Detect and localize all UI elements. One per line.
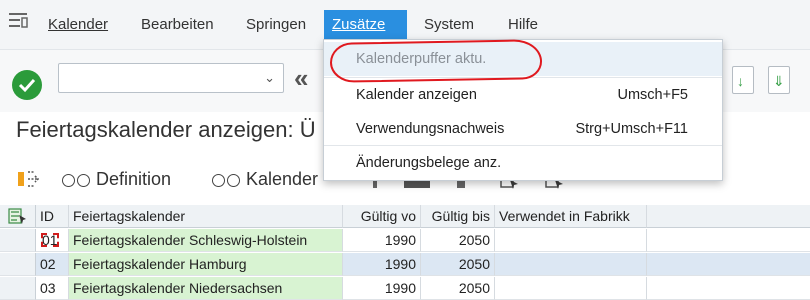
row-valid-to[interactable]: 2050 bbox=[421, 229, 495, 252]
menu-icon[interactable] bbox=[8, 11, 28, 29]
menu-hilfe[interactable]: Hilfe bbox=[500, 10, 546, 40]
row-selector[interactable] bbox=[0, 277, 36, 300]
row-id[interactable]: 02 bbox=[36, 253, 69, 276]
row-filler bbox=[647, 253, 810, 276]
row-selector[interactable] bbox=[0, 253, 36, 276]
chevron-down-icon[interactable]: ⌄ bbox=[264, 70, 275, 86]
menu-item-kalender-anzeigen[interactable]: Kalender anzeigen Umsch+F5 bbox=[324, 78, 722, 112]
row-name[interactable]: Feiertagskalender Niedersachsen bbox=[69, 277, 343, 300]
download-page-icon[interactable]: ↓ bbox=[732, 66, 754, 94]
column-header-id[interactable]: ID bbox=[36, 205, 69, 228]
command-field[interactable]: ⌄ bbox=[58, 63, 284, 93]
command-input[interactable] bbox=[63, 68, 253, 88]
definition-button[interactable]: Definition bbox=[62, 166, 171, 192]
row-filler bbox=[647, 229, 810, 252]
column-header-filler bbox=[647, 205, 810, 228]
row-id[interactable]: 03 bbox=[36, 277, 69, 300]
row-used-in[interactable] bbox=[495, 277, 647, 300]
menu-kalender[interactable]: Kalender bbox=[40, 10, 116, 40]
column-header-used-in[interactable]: Verwendet in Fabrikk bbox=[495, 205, 647, 228]
column-header-valid-to[interactable]: Gültig bis bbox=[421, 205, 495, 228]
download-all-icon[interactable]: ⇓ bbox=[768, 66, 790, 94]
column-header-valid-from[interactable]: Gültig vo bbox=[343, 205, 421, 228]
select-all-cell[interactable] bbox=[0, 205, 36, 228]
menu-item-aenderungsbelege[interactable]: Änderungsbelege anz. bbox=[324, 146, 722, 180]
menu-item-verwendungsnachweis[interactable]: Verwendungsnachweis Strg+Umsch+F11 bbox=[324, 112, 722, 146]
enter-check-icon[interactable] bbox=[12, 70, 42, 100]
table-row[interactable]: 01 Feiertagskalender Schleswig-Holstein … bbox=[0, 229, 810, 252]
table-row[interactable]: 03 Feiertagskalender Niedersachsen 1990 … bbox=[0, 277, 810, 300]
page-title: Feiertagskalender anzeigen: Ü bbox=[16, 117, 316, 142]
table-row[interactable]: 02 Feiertagskalender Hamburg 1990 2050 bbox=[0, 253, 810, 276]
row-valid-from[interactable]: 1990 bbox=[343, 229, 421, 252]
expand-icon[interactable] bbox=[16, 168, 42, 190]
table-header: ID Feiertagskalender Gültig vo Gültig bi… bbox=[0, 205, 810, 228]
row-id[interactable]: 01 bbox=[40, 232, 60, 248]
row-valid-to[interactable]: 2050 bbox=[421, 277, 495, 300]
glasses-icon bbox=[212, 170, 240, 187]
row-valid-from[interactable]: 1990 bbox=[343, 253, 421, 276]
column-settings-icon[interactable] bbox=[8, 208, 28, 225]
menu-springen[interactable]: Springen bbox=[238, 10, 314, 40]
menu-bearbeiten[interactable]: Bearbeiten bbox=[133, 10, 222, 40]
row-used-in[interactable] bbox=[495, 229, 647, 252]
row-filler bbox=[647, 277, 810, 300]
row-name[interactable]: Feiertagskalender Schleswig-Holstein bbox=[69, 229, 343, 252]
row-selector[interactable] bbox=[0, 229, 36, 252]
annotation-circle bbox=[329, 39, 543, 83]
shortcut-label: Umsch+F5 bbox=[617, 87, 688, 103]
row-valid-to[interactable]: 2050 bbox=[421, 253, 495, 276]
menu-zusaetze[interactable]: Zusätze bbox=[324, 10, 407, 40]
shortcut-label: Strg+Umsch+F11 bbox=[575, 121, 688, 137]
calendar-button[interactable]: Kalender bbox=[212, 166, 318, 192]
glasses-icon bbox=[62, 170, 90, 187]
double-chevron-left-icon[interactable]: « bbox=[294, 63, 308, 93]
row-valid-from[interactable]: 1990 bbox=[343, 277, 421, 300]
menu-system[interactable]: System bbox=[416, 10, 482, 40]
column-header-name[interactable]: Feiertagskalender bbox=[69, 205, 343, 228]
row-name[interactable]: Feiertagskalender Hamburg bbox=[69, 253, 343, 276]
row-used-in[interactable] bbox=[495, 253, 647, 276]
